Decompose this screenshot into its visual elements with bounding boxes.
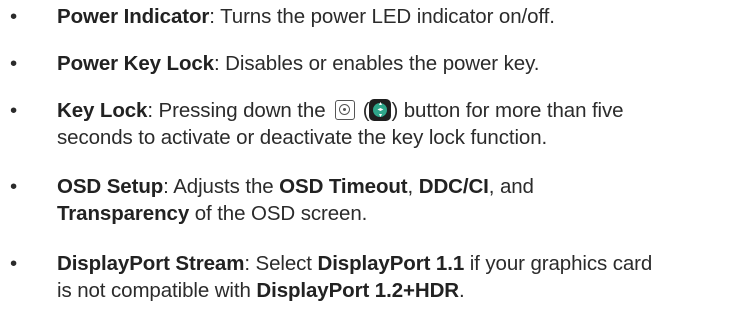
description-line2: is not compatible with (57, 279, 257, 302)
description: : Adjusts the (163, 175, 280, 198)
list-item-text: Key Lock: Pressing down the ( ) button fo… (57, 97, 734, 151)
navigation-key-icon (369, 99, 392, 121)
bullet: • (10, 52, 18, 75)
displayport-1-2-hdr-label: DisplayPort 1.2+HDR (256, 279, 459, 302)
term-power-key-lock: Power Key Lock (57, 52, 214, 75)
term-power-indicator: Power Indicator (57, 5, 210, 28)
ddc-ci-label: DDC/CI (418, 175, 489, 198)
bullet: • (10, 175, 18, 198)
description: : Turns the power LED indicator on/off. (209, 5, 555, 28)
term-displayport-stream: DisplayPort Stream (57, 252, 245, 275)
description-cont: ) button for more than five (391, 99, 624, 122)
description-cont: if your graphics card (464, 252, 653, 275)
osd-timeout-label: OSD Timeout (279, 175, 408, 198)
transparency-label: Transparency (57, 202, 190, 225)
settings-list: • Power Indicator: Turns the power LED i… (0, 0, 734, 318)
description: : Pressing down the (147, 99, 332, 122)
description-line2: seconds to activate or deactivate the ke… (57, 126, 548, 149)
bullet: • (10, 252, 18, 275)
list-item-text: Power Key Lock: Disables or enables the … (57, 50, 734, 77)
paren-open: ( (357, 99, 370, 122)
term-key-lock: Key Lock (57, 99, 148, 122)
list-item-text: DisplayPort Stream: Select DisplayPort 1… (57, 250, 734, 304)
description-cont: , and (488, 175, 534, 198)
description: : Disables or enables the power key. (213, 52, 540, 75)
bullet: • (10, 99, 18, 122)
joystick-button-icon (335, 100, 356, 120)
term-osd-setup: OSD Setup (57, 175, 164, 198)
list-item-text: OSD Setup: Adjusts the OSD Timeout, DDC/… (57, 173, 734, 227)
separator: , (407, 175, 419, 198)
description-end: of the OSD screen. (189, 202, 368, 225)
displayport-1-1-label: DisplayPort 1.1 (317, 252, 465, 275)
period: . (459, 279, 465, 302)
description: : Select (244, 252, 318, 275)
list-item-text: Power Indicator: Turns the power LED ind… (57, 3, 734, 30)
bullet: • (10, 5, 18, 28)
